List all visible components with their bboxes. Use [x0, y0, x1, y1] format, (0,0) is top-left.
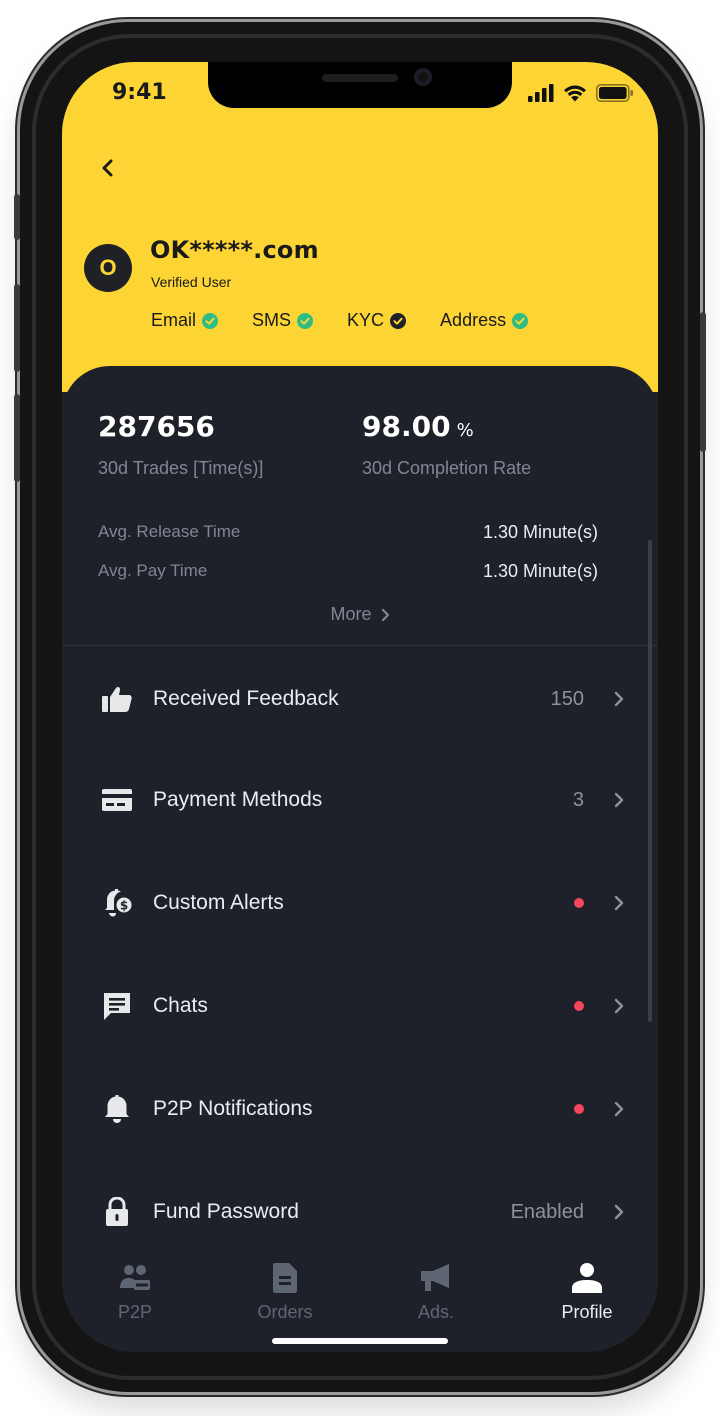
card-icon: [102, 785, 132, 815]
menu-label: Payment Methods: [153, 788, 323, 811]
avg-release-time-label: Avg. Release Time: [98, 522, 241, 541]
username: OK*****.com: [150, 236, 319, 264]
scrollbar[interactable]: [648, 540, 652, 1022]
chevron-right-icon: [612, 1099, 626, 1119]
avg-pay-time-label: Avg. Pay Time: [98, 561, 208, 580]
check-circle-icon: [390, 312, 407, 329]
payment-methods-count: 3: [572, 788, 584, 811]
verification-address: Address: [440, 310, 529, 331]
chevron-right-icon: [612, 893, 626, 913]
phone-frame: 9:41 O OK*****.com Verified User Email S…: [14, 22, 706, 1392]
chevron-right-icon: [381, 608, 389, 621]
menu-label: Custom Alerts: [153, 891, 284, 914]
verification-label: Email: [151, 310, 197, 330]
chevron-right-icon: [612, 790, 626, 810]
avg-pay-time-value: 1.30 Minute(s): [482, 561, 598, 581]
verification-label: SMS: [252, 310, 292, 330]
chevron-right-icon: [612, 996, 626, 1016]
tab-p2p[interactable]: P2P: [75, 1262, 195, 1323]
speaker-grille: [322, 74, 398, 82]
mute-switch: [14, 194, 20, 240]
percent-unit: %: [456, 420, 474, 441]
verification-email: Email: [151, 310, 219, 331]
lock-icon: [102, 1197, 132, 1227]
thumbs-up-icon: [102, 684, 132, 714]
menu-label: P2P Notifications: [153, 1097, 313, 1120]
status-time: 9:41: [112, 80, 167, 105]
tab-orders[interactable]: Orders: [225, 1262, 345, 1323]
status-icons: [528, 84, 634, 102]
tab-label: P2P: [117, 1302, 153, 1322]
volume-up-button: [14, 284, 20, 372]
alert-bell-dollar-icon: $: [102, 888, 132, 918]
chevron-left-icon: [102, 159, 113, 177]
more-label: More: [330, 604, 372, 624]
check-circle-icon: [297, 312, 314, 329]
trades-label: 30d Trades [Time(s)]: [98, 458, 264, 478]
completion-rate-value: 98.00%: [362, 410, 474, 443]
home-indicator[interactable]: [272, 1338, 448, 1344]
menu-label: Received Feedback: [153, 687, 339, 710]
profile-content-card: 287656 30d Trades [Time(s)] 98.00% 30d C…: [62, 366, 658, 1352]
chevron-right-icon: [612, 689, 626, 709]
unread-dot: [574, 1104, 584, 1114]
profile-header: 9:41 O OK*****.com Verified User Email S…: [62, 62, 658, 392]
verification-list: Email SMS KYC Address: [151, 310, 562, 331]
unread-dot: [574, 898, 584, 908]
svg-text:$: $: [120, 899, 128, 913]
wifi-icon: [564, 85, 586, 102]
power-button: [700, 312, 706, 452]
menu-custom-alerts[interactable]: $ Custom Alerts: [62, 863, 658, 943]
more-link[interactable]: More: [62, 604, 658, 625]
menu-received-feedback[interactable]: Received Feedback 150: [62, 659, 658, 739]
battery-icon: [596, 84, 633, 102]
back-button[interactable]: [92, 150, 122, 186]
notch: [208, 62, 512, 108]
bottom-tab-bar: P2P Orders Ads. Profile: [62, 1248, 658, 1352]
check-circle-icon: [202, 312, 219, 329]
chevron-right-icon: [612, 1202, 626, 1222]
tab-label: Ads.: [417, 1302, 455, 1322]
avg-release-time-value: 1.30 Minute(s): [482, 522, 598, 542]
verification-kyc: KYC: [347, 310, 407, 331]
menu-payment-methods[interactable]: Payment Methods 3: [62, 760, 658, 840]
menu-p2p-notifications[interactable]: P2P Notifications: [62, 1069, 658, 1149]
completion-rate-label: 30d Completion Rate: [362, 458, 532, 478]
fund-password-status: Enabled: [510, 1200, 584, 1223]
users-icon: [119, 1262, 151, 1294]
menu-fund-password[interactable]: Fund Password Enabled: [62, 1172, 658, 1252]
verified-user-label: Verified User: [151, 274, 232, 290]
screen: 9:41 O OK*****.com Verified User Email S…: [62, 62, 658, 1352]
chat-icon: [102, 991, 132, 1021]
verification-label: KYC: [347, 310, 385, 330]
volume-down-button: [14, 394, 20, 482]
divider: [62, 645, 658, 646]
menu-chats[interactable]: Chats: [62, 966, 658, 1046]
feedback-count: 150: [550, 687, 584, 710]
tab-profile[interactable]: Profile: [527, 1262, 647, 1323]
trades-value: 287656: [98, 410, 215, 443]
front-camera: [414, 68, 432, 86]
check-circle-icon: [512, 312, 529, 329]
megaphone-icon: [420, 1262, 452, 1294]
signal-icon: [528, 84, 554, 102]
menu-label: Chats: [153, 994, 208, 1017]
bell-icon: [102, 1094, 132, 1124]
verification-sms: SMS: [252, 310, 314, 331]
tab-ads[interactable]: Ads.: [376, 1262, 496, 1323]
verification-label: Address: [440, 310, 507, 330]
tab-label: Orders: [257, 1302, 313, 1322]
unread-dot: [574, 1001, 584, 1011]
menu-label: Fund Password: [153, 1200, 299, 1223]
person-icon: [571, 1262, 603, 1294]
document-icon: [269, 1262, 301, 1294]
tab-label: Profile: [561, 1302, 613, 1322]
avatar: O: [84, 244, 132, 292]
